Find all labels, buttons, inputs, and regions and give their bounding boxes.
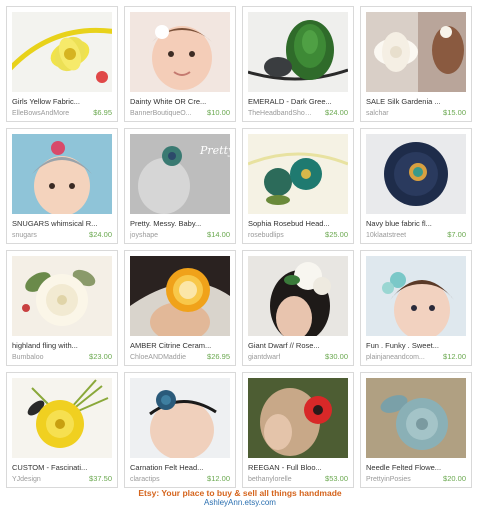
listing-card[interactable]: EMERALD - Dark Gree... TheHeadbandShop..… (242, 6, 354, 122)
listing-card[interactable]: highland fling with... Bumbaloo $23.00 (6, 250, 118, 366)
listing-title[interactable]: SNUGARS whimsical R... (12, 219, 112, 228)
listing-image[interactable] (12, 378, 112, 458)
listing-title[interactable]: Fun . Funky . Sweet... (366, 341, 466, 350)
listing-image[interactable] (12, 134, 112, 214)
listing-image[interactable] (366, 256, 466, 336)
shop-link[interactable]: AshleyAnn.etsy.com (0, 498, 480, 508)
listing-card[interactable]: SNUGARS whimsical R... snugars $24.00 (6, 128, 118, 244)
shop-name[interactable]: claractips (130, 475, 160, 484)
listing-price: $10.00 (207, 108, 230, 117)
listing-title[interactable]: AMBER Citrine Ceram... (130, 341, 230, 350)
listing-price: $30.00 (325, 352, 348, 361)
listing-image[interactable]: Pretty Messy Baby (130, 134, 230, 214)
listing-price: $12.00 (207, 474, 230, 483)
listing-image[interactable] (248, 256, 348, 336)
listing-card[interactable]: SALE Silk Gardenia ... salchar $15.00 (360, 6, 472, 122)
listing-title[interactable]: Sophia Rosebud Head... (248, 219, 348, 228)
listing-price: $24.00 (325, 108, 348, 117)
listing-image[interactable] (130, 378, 230, 458)
listing-card[interactable]: Sophia Rosebud Head... rosebudlips $25.00 (242, 128, 354, 244)
listing-price: $15.00 (443, 108, 466, 117)
shop-name[interactable]: bethanylorelle (248, 475, 292, 484)
shop-name[interactable]: salchar (366, 109, 389, 118)
listing-card[interactable]: AMBER Citrine Ceram... ChloeANDMaddie $26… (124, 250, 236, 366)
listing-card[interactable]: Carnation Felt Head... claractips $12.00 (124, 372, 236, 488)
listing-image[interactable] (12, 12, 112, 92)
shop-name[interactable]: plainjaneandcom... (366, 353, 425, 362)
listing-image[interactable] (366, 134, 466, 214)
shop-name[interactable]: PrettyinPosies (366, 475, 411, 484)
listing-title[interactable]: SALE Silk Gardenia ... (366, 97, 466, 106)
listing-price: $7.00 (447, 230, 466, 239)
listing-title[interactable]: EMERALD - Dark Gree... (248, 97, 348, 106)
listing-price: $53.00 (325, 474, 348, 483)
listing-card[interactable]: Needle Felted Flowe... PrettyinPosies $20… (360, 372, 472, 488)
listing-image[interactable] (12, 256, 112, 336)
listing-title[interactable]: Needle Felted Flowe... (366, 463, 466, 472)
listing-price: $14.00 (207, 230, 230, 239)
listing-title[interactable]: CUSTOM - Fascinati... (12, 463, 112, 472)
listing-card[interactable]: CUSTOM - Fascinati... YJdesign $37.50 (6, 372, 118, 488)
listing-card[interactable]: Fun . Funky . Sweet... plainjaneandcom..… (360, 250, 472, 366)
listing-image[interactable] (248, 378, 348, 458)
shop-name[interactable]: 10klaatstreet (366, 231, 406, 240)
listing-price: $23.00 (89, 352, 112, 361)
listing-title[interactable]: Carnation Felt Head... (130, 463, 230, 472)
listing-card[interactable]: Giant Dwarf // Rose... giantdwarf $30.00 (242, 250, 354, 366)
listing-image[interactable] (248, 12, 348, 92)
shop-name[interactable]: ElleBowsAndMore (12, 109, 69, 118)
listing-card[interactable]: Girls Yellow Fabric... ElleBowsAndMore $6… (6, 6, 118, 122)
shop-name[interactable]: BannerBoutiqueO... (130, 109, 192, 118)
listing-price: $37.50 (89, 474, 112, 483)
shop-name[interactable]: TheHeadbandShop... (248, 109, 314, 118)
listing-price: $6.95 (93, 108, 112, 117)
listing-card[interactable]: Dainty White OR Cre... BannerBoutiqueO..… (124, 6, 236, 122)
listing-grid: Girls Yellow Fabric... ElleBowsAndMore $6… (6, 6, 472, 488)
footer: Etsy: Your place to buy & sell all thing… (0, 488, 480, 508)
listing-price: $25.00 (325, 230, 348, 239)
listing-image[interactable] (366, 12, 466, 92)
shop-name[interactable]: snugars (12, 231, 37, 240)
listing-title[interactable]: highland fling with... (12, 341, 112, 350)
listing-image[interactable] (248, 134, 348, 214)
listing-title[interactable]: Giant Dwarf // Rose... (248, 341, 348, 350)
listing-price: $12.00 (443, 352, 466, 361)
listing-card[interactable]: Pretty Messy Baby Pretty. Messy. Baby...… (124, 128, 236, 244)
listing-title[interactable]: Navy blue fabric fl... (366, 219, 466, 228)
listing-image[interactable] (130, 12, 230, 92)
listing-price: $20.00 (443, 474, 466, 483)
listing-image[interactable] (130, 256, 230, 336)
listing-price: $24.00 (89, 230, 112, 239)
etsy-tagline: Etsy: Your place to buy & sell all thing… (138, 488, 342, 498)
shop-name[interactable]: Bumbaloo (12, 353, 44, 362)
shop-name[interactable]: YJdesign (12, 475, 41, 484)
shop-name[interactable]: giantdwarf (248, 353, 280, 362)
listing-image[interactable] (366, 378, 466, 458)
listing-title[interactable]: Dainty White OR Cre... (130, 97, 230, 106)
listing-price: $26.95 (207, 352, 230, 361)
listing-card[interactable]: REEGAN - Full Bloo... bethanylorelle $53.… (242, 372, 354, 488)
listing-title[interactable]: Girls Yellow Fabric... (12, 97, 112, 106)
listing-title[interactable]: Pretty. Messy. Baby... (130, 219, 230, 228)
shop-name[interactable]: rosebudlips (248, 231, 284, 240)
shop-name[interactable]: joyshape (130, 231, 158, 240)
image-text-1: Pretty Messy Baby (199, 144, 230, 157)
shop-name[interactable]: ChloeANDMaddie (130, 353, 186, 362)
listing-card[interactable]: Navy blue fabric fl... 10klaatstreet $7.0… (360, 128, 472, 244)
listing-title[interactable]: REEGAN - Full Bloo... (248, 463, 348, 472)
